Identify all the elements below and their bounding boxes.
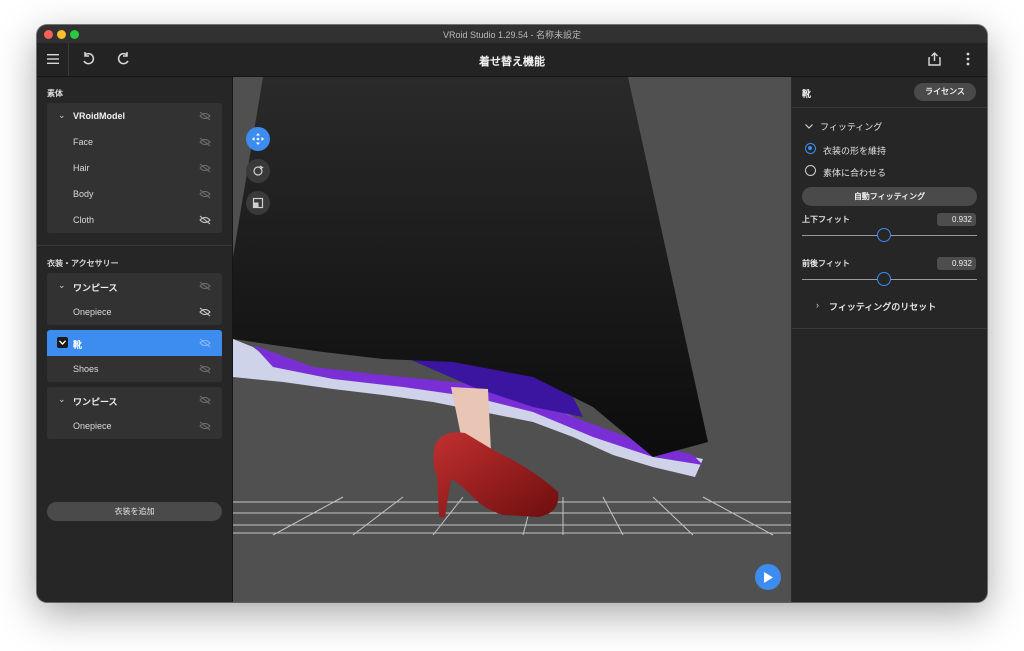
item-title: 靴 [802, 89, 812, 99]
outfit-group-header-selected[interactable]: 靴 [47, 330, 222, 356]
list-item-onepiece[interactable]: Onepiece [47, 413, 222, 439]
fitting-section-header[interactable]: フィッティング [820, 120, 882, 133]
scale-tool-button[interactable] [246, 191, 270, 215]
chevron-down-icon[interactable]: ⌄ [58, 110, 66, 121]
chevron-down-icon[interactable] [805, 124, 813, 129]
more-icon[interactable] [959, 50, 977, 68]
chevron-down-icon[interactable]: ⌄ [58, 280, 66, 291]
chevron-down-icon[interactable] [57, 337, 68, 348]
depth-fit-slider-thumb[interactable] [877, 272, 892, 286]
outfit-group-onepiece-1: ⌄ ワンピース Onepiece [47, 273, 222, 325]
item-label: Hair [73, 163, 90, 173]
item-label: Shoes [73, 364, 99, 374]
list-item-hair[interactable]: Hair [47, 155, 222, 181]
visibility-off-icon[interactable] [199, 111, 211, 121]
share-icon[interactable] [925, 50, 943, 68]
base-section-label: 素体 [47, 89, 63, 98]
group-label: 靴 [73, 340, 83, 350]
list-item-shoes[interactable]: Shoes [47, 356, 222, 382]
fit-to-body-radio[interactable] [805, 165, 816, 176]
visibility-off-icon[interactable] [199, 215, 211, 225]
rotate-icon [253, 165, 264, 176]
item-label: Onepiece [73, 307, 112, 317]
fit-to-body-label: 素体に合わせる [823, 168, 887, 178]
visibility-off-icon[interactable] [199, 307, 211, 317]
add-outfit-button[interactable]: 衣装を追加 [47, 502, 222, 521]
visibility-off-icon[interactable] [199, 338, 211, 348]
move-icon [252, 133, 264, 145]
keep-shape-radio[interactable] [805, 143, 816, 154]
depth-fit-value[interactable]: 0.932 [937, 257, 976, 270]
right-panel: 靴 ライセンス フィッティング 衣装の形を維持 素体に合わせる 自動フィッティン… [792, 77, 987, 602]
visibility-off-icon[interactable] [199, 421, 211, 431]
vertical-fit-label: 上下フィット [802, 215, 850, 224]
vertical-fit-slider-thumb[interactable] [877, 228, 892, 242]
visibility-off-icon[interactable] [199, 364, 211, 374]
chevron-right-icon[interactable]: › [816, 300, 819, 310]
outfit-section-label: 衣装・アクセサリー [47, 259, 119, 268]
outfit-group-shoes: 靴 Shoes [47, 330, 222, 382]
fitting-reset-toggle[interactable]: フィッティングのリセット [829, 300, 936, 313]
toolbar: 着せ替え機能 [37, 43, 987, 77]
vertical-fit-value[interactable]: 0.932 [937, 213, 976, 226]
item-label: Face [73, 137, 94, 147]
rotate-tool-button[interactable] [246, 159, 270, 183]
base-model-group: ⌄ VRoidModel Face Hair Body Cloth [47, 103, 222, 233]
depth-fit-label: 前後フィット [802, 259, 850, 268]
license-button[interactable]: ライセンス [914, 83, 976, 101]
move-tool-button[interactable] [246, 127, 270, 151]
item-label: Body [73, 189, 94, 199]
right-panel-header: 靴 ライセンス [792, 77, 987, 108]
item-label: Cloth [73, 215, 95, 225]
outfit-group-header[interactable]: ⌄ ワンピース [47, 387, 222, 413]
visibility-off-icon[interactable] [199, 163, 211, 173]
visibility-off-icon[interactable] [199, 137, 211, 147]
left-panel: 素体 ⌄ VRoidModel Face Hair Body Cloth 衣装・… [37, 77, 233, 602]
window-title: VRoid Studio 1.29.54 - 名称未設定 [442, 30, 582, 40]
item-label: Onepiece [73, 421, 112, 431]
chevron-down-icon[interactable]: ⌄ [58, 394, 66, 405]
scale-icon [252, 197, 264, 209]
model-render [233, 77, 791, 536]
list-item-body[interactable]: Body [47, 181, 222, 207]
3d-viewport[interactable] [233, 77, 791, 602]
outfit-group-header[interactable]: ⌄ ワンピース [47, 273, 222, 299]
vroidmodel-row[interactable]: ⌄ VRoidModel [47, 103, 222, 129]
shoe [433, 432, 559, 517]
section-divider [37, 245, 232, 246]
list-item-cloth[interactable]: Cloth [47, 207, 222, 233]
visibility-off-icon[interactable] [199, 189, 211, 199]
outfit-group-onepiece-2: ⌄ ワンピース Onepiece [47, 387, 222, 439]
vroidmodel-label: VRoidModel [73, 111, 125, 121]
visibility-off-icon[interactable] [199, 395, 211, 405]
list-item-face[interactable]: Face [47, 129, 222, 155]
auto-fitting-button[interactable]: 自動フィッティング [802, 187, 977, 206]
group-label: ワンピース [73, 283, 118, 293]
play-button[interactable] [755, 564, 781, 590]
app-window: VRoid Studio 1.29.54 - 名称未設定 着せ替え機能 素体 ⌄… [37, 25, 987, 602]
play-icon [764, 571, 773, 583]
page-title: 着せ替え機能 [479, 56, 545, 68]
title-bar: VRoid Studio 1.29.54 - 名称未設定 [37, 25, 987, 44]
visibility-off-icon[interactable] [199, 281, 211, 291]
keep-shape-label: 衣装の形を維持 [823, 146, 887, 156]
list-item-onepiece[interactable]: Onepiece [47, 299, 222, 325]
right-panel-divider [792, 328, 987, 329]
group-label: ワンピース [73, 397, 118, 407]
